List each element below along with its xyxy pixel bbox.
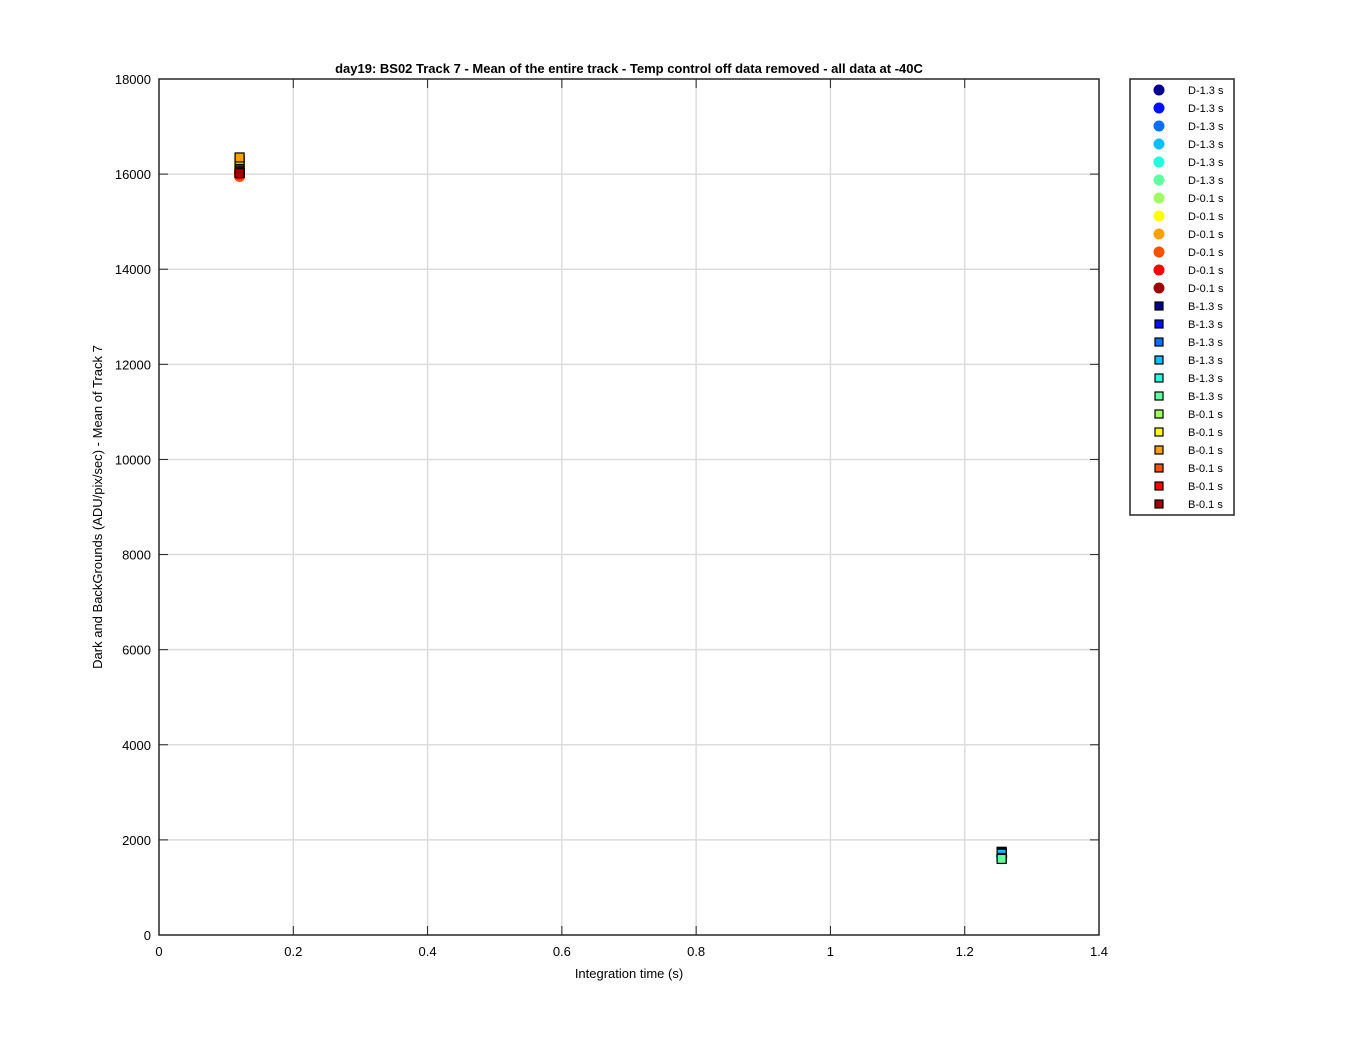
legend-marker-circle [1153,192,1165,204]
legend-marker-square [1154,445,1164,455]
legend-marker-square [1154,463,1164,473]
y-tick-label: 4000 [122,738,151,753]
legend-label: D-0.1 s [1188,283,1224,295]
legend-label: D-1.3 s [1188,157,1224,169]
y-tick-label: 8000 [122,548,151,563]
legend-marker-square [1154,355,1164,365]
x-tick-label: 1.4 [1090,944,1108,959]
x-tick-label: 0.2 [284,944,302,959]
x-axis-label: Integration time (s) [575,966,683,981]
legend-marker-square [1154,409,1164,419]
legend-label: D-0.1 s [1188,193,1224,205]
legend-label: B-1.3 s [1188,337,1223,349]
chart-title: day19: BS02 Track 7 - Mean of the entire… [335,61,923,76]
legend-marker-square [1154,391,1164,401]
legend-label: D-0.1 s [1188,229,1224,241]
legend-marker-square [1154,301,1164,311]
y-tick-label: 18000 [115,72,151,87]
legend-label: B-1.3 s [1188,301,1223,313]
legend: D-1.3 s D-1.3 s D-1.3 s D-1.3 s D-1.3 s D-1.3… [1129,78,1235,516]
x-tick-label: 0.6 [553,944,571,959]
legend-label: D-1.3 s [1188,175,1224,187]
y-tick-label: 16000 [115,167,151,182]
y-tick-label: 10000 [115,452,151,467]
data-point-square [234,168,245,179]
legend-marker-circle [1153,138,1165,150]
data-points [234,152,1008,865]
legend-label: B-0.1 s [1188,499,1223,511]
legend-marker-circle [1153,156,1165,168]
legend-label: B-1.3 s [1188,319,1223,331]
x-tick-label: 0.4 [419,944,437,959]
x-tick-label: 0.8 [687,944,705,959]
axes-box [158,78,1100,936]
legend-marker-circle [1153,228,1165,240]
legend-label: B-0.1 s [1188,481,1223,493]
y-tick-label: 14000 [115,262,151,277]
legend-marker-circle [1153,120,1165,132]
legend-marker-square [1154,481,1164,491]
legend-marker-circle [1153,246,1165,258]
legend-label: B-1.3 s [1188,373,1223,385]
legend-label: B-0.1 s [1188,427,1223,439]
y-axis-label: Dark and BackGrounds (ADU/pix/sec) - Mea… [90,345,105,669]
legend-label: B-1.3 s [1188,391,1223,403]
legend-marker-circle [1153,210,1165,222]
grid-lines [159,79,1099,935]
legend-marker-circle [1153,282,1165,294]
legend-label: B-1.3 s [1188,355,1223,367]
x-tick-label: 1.2 [956,944,974,959]
data-point-square [996,853,1007,865]
legend-label: D-0.1 s [1188,247,1224,259]
legend-marker-square [1154,427,1164,437]
legend-label: D-0.1 s [1188,211,1224,223]
y-tick-label: 2000 [122,833,151,848]
legend-label: D-0.1 s [1188,265,1224,277]
legend-label: D-1.3 s [1188,139,1224,151]
legend-marker-square [1154,499,1164,509]
figure: 0 0.2 0.4 0.6 0.8 1 1.2 1.4 0 2000 4000 6000 8000 100… [90,61,1235,981]
legend-label: B-0.1 s [1188,463,1223,475]
legend-marker-circle [1153,102,1165,114]
legend-label: D-1.3 s [1188,121,1224,133]
y-tick-label: 0 [144,928,151,943]
legend-marker-square [1154,319,1164,329]
axis-ticks [158,78,1100,936]
legend-label: D-1.3 s [1188,103,1224,115]
legend-marker-circle [1153,174,1165,186]
data-point-square [234,152,245,163]
x-tick-label: 0 [155,944,162,959]
legend-label: D-1.3 s [1188,85,1224,97]
legend-label: B-0.1 s [1188,409,1223,421]
legend-marker-circle [1153,264,1165,276]
legend-marker-circle [1153,84,1165,96]
x-tick-label: 1 [827,944,834,959]
y-tick-label: 12000 [115,357,151,372]
tick-labels: 0 0.2 0.4 0.6 0.8 1 1.2 1.4 0 2000 4000 6000 8000 100… [115,72,1108,959]
legend-label: B-0.1 s [1188,445,1223,457]
legend-marker-square [1154,337,1164,347]
legend-marker-square [1154,373,1164,383]
y-tick-label: 6000 [122,643,151,658]
